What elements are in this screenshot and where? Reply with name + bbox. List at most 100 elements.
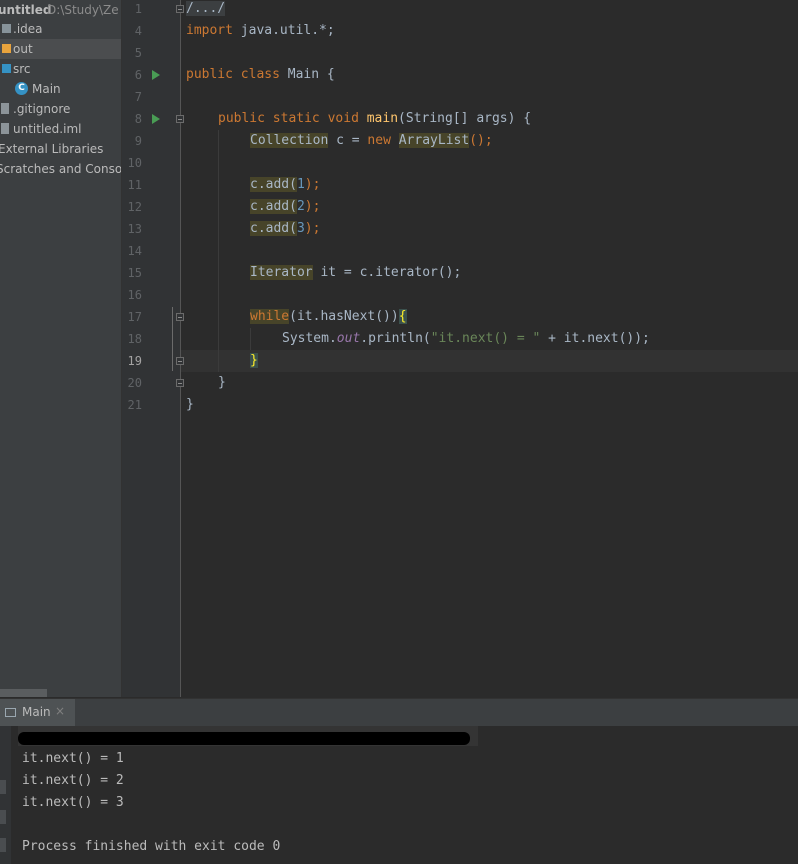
keyword: new bbox=[367, 133, 391, 148]
code-text: it = c.iterator(); bbox=[312, 265, 462, 280]
unchecked-call-warning: c.add( bbox=[250, 177, 297, 192]
code-line-11[interactable]: c.add(1); bbox=[250, 174, 320, 196]
console-output-line: it.next() = 1 bbox=[22, 751, 124, 766]
console-output-line: it.next() = 2 bbox=[22, 773, 124, 788]
line-number: 10 bbox=[127, 156, 142, 170]
toolbar-icon[interactable] bbox=[0, 838, 6, 852]
project-tool-window: untitled D:\Study\Ze .idea out src C Mai… bbox=[0, 0, 122, 697]
code-text: c bbox=[250, 177, 258, 192]
toolbar-icon[interactable] bbox=[0, 780, 6, 794]
code-line-21[interactable]: } bbox=[186, 394, 194, 416]
line-number: 14 bbox=[127, 244, 142, 258]
run-tab-main[interactable]: Main × bbox=[0, 699, 75, 727]
code-text: .add( bbox=[257, 177, 297, 192]
fold-range-line bbox=[172, 307, 173, 371]
code-line-17[interactable]: while(it.hasNext()){ bbox=[250, 306, 407, 328]
run-main-icon[interactable] bbox=[152, 114, 160, 124]
console-output-line: it.next() = 3 bbox=[22, 795, 124, 810]
run-console[interactable]: it.next() = 1 it.next() = 2 it.next() = … bbox=[0, 726, 798, 864]
code-text: ); bbox=[304, 221, 321, 236]
tree-item-label: untitled.iml bbox=[13, 122, 82, 136]
project-root-name: untitled bbox=[0, 3, 52, 17]
toolbar-icon[interactable] bbox=[0, 810, 6, 824]
indent-guide bbox=[218, 130, 219, 372]
keyword: while bbox=[250, 309, 290, 324]
keyword: public bbox=[218, 111, 265, 126]
horizontal-scrollbar[interactable] bbox=[0, 689, 47, 697]
java-class-icon: C bbox=[15, 82, 28, 95]
code-text: (); bbox=[469, 133, 493, 148]
code-text: System. bbox=[282, 331, 337, 346]
line-number: 1 bbox=[134, 2, 142, 16]
fold-marker-icon[interactable] bbox=[176, 357, 184, 365]
code-line-6[interactable]: public class Main { bbox=[186, 64, 335, 86]
code-line-12[interactable]: c.add(2); bbox=[250, 196, 320, 218]
fold-marker-icon[interactable] bbox=[176, 5, 184, 13]
line-number: 21 bbox=[127, 398, 142, 412]
tree-item-label: .idea bbox=[13, 22, 43, 36]
code-line-1[interactable]: /.../ bbox=[186, 0, 226, 20]
folder-icon bbox=[2, 64, 11, 73]
code-line-18[interactable]: System.out.println("it.next() = " + it.n… bbox=[282, 328, 650, 350]
matched-brace: { bbox=[398, 309, 407, 324]
code-line-9[interactable]: Collection c = new ArrayList(); bbox=[250, 130, 493, 152]
method-name: main bbox=[366, 111, 399, 126]
raw-type-warning: Collection bbox=[250, 133, 329, 148]
run-class-icon[interactable] bbox=[152, 70, 160, 80]
collapsed-imports[interactable]: /.../ bbox=[186, 1, 226, 16]
unchecked-call-warning: c.add( bbox=[250, 221, 297, 236]
line-number: 5 bbox=[134, 46, 142, 60]
number-literal: 3 bbox=[296, 221, 305, 236]
console-icon bbox=[5, 708, 16, 717]
number-literal: 2 bbox=[296, 199, 305, 214]
console-exit-message: Process finished with exit code 0 bbox=[22, 839, 281, 854]
fold-marker-icon[interactable] bbox=[176, 313, 184, 321]
run-tab-label: Main bbox=[22, 705, 51, 719]
code-text: java.util.*; bbox=[232, 23, 335, 38]
code-line-4[interactable]: import java.util.*; bbox=[186, 20, 335, 42]
code-text: + it.next()); bbox=[540, 331, 650, 346]
line-number: 17 bbox=[127, 310, 142, 324]
code-line-19[interactable]: } bbox=[250, 350, 258, 372]
code-text: (it.hasNext()) bbox=[289, 309, 399, 324]
line-number: 7 bbox=[134, 90, 142, 104]
line-number: 11 bbox=[127, 178, 142, 192]
code-line-13[interactable]: c.add(3); bbox=[250, 218, 320, 240]
code-text: (String[] args) { bbox=[398, 111, 532, 126]
code-text: ); bbox=[304, 177, 321, 192]
file-icon bbox=[1, 123, 9, 134]
fold-marker-icon[interactable] bbox=[176, 115, 184, 123]
tree-item-label: src bbox=[13, 62, 31, 76]
close-tab-icon[interactable]: × bbox=[55, 704, 65, 718]
tree-item-label: Main bbox=[32, 82, 61, 96]
code-line-20[interactable]: } bbox=[218, 372, 226, 394]
code-text: .add( bbox=[257, 221, 297, 236]
line-number-current: 19 bbox=[127, 354, 142, 368]
string-literal: "it.next() = " bbox=[430, 331, 541, 346]
line-number: 9 bbox=[134, 134, 142, 148]
code-line-8[interactable]: public static void main(String[] args) { bbox=[218, 108, 531, 130]
code-text: .println( bbox=[360, 331, 431, 346]
tree-item-label: .gitignore bbox=[13, 102, 71, 116]
line-number: 20 bbox=[127, 376, 142, 390]
code-text: .add( bbox=[257, 199, 297, 214]
keyword: public bbox=[186, 67, 233, 82]
keyword: class bbox=[240, 67, 280, 82]
keyword: static bbox=[272, 111, 320, 126]
tree-item-out[interactable]: out bbox=[0, 39, 121, 59]
code-text: c bbox=[250, 221, 258, 236]
tree-item-label: Scratches and Consoles bbox=[0, 162, 122, 176]
project-root-path: D:\Study\Ze bbox=[47, 3, 119, 17]
line-number: 8 bbox=[134, 112, 142, 126]
code-line-15[interactable]: Iterator it = c.iterator(); bbox=[250, 262, 461, 284]
line-number: 6 bbox=[134, 68, 142, 82]
static-field: out bbox=[336, 331, 361, 346]
line-number: 16 bbox=[127, 288, 142, 302]
line-number: 13 bbox=[127, 222, 142, 236]
keyword: import bbox=[186, 23, 233, 38]
unchecked-call-warning: c.add( bbox=[250, 199, 297, 214]
code-text: ); bbox=[304, 199, 321, 214]
line-number: 4 bbox=[134, 24, 142, 38]
fold-marker-icon[interactable] bbox=[176, 379, 184, 387]
folder-icon bbox=[2, 24, 11, 33]
